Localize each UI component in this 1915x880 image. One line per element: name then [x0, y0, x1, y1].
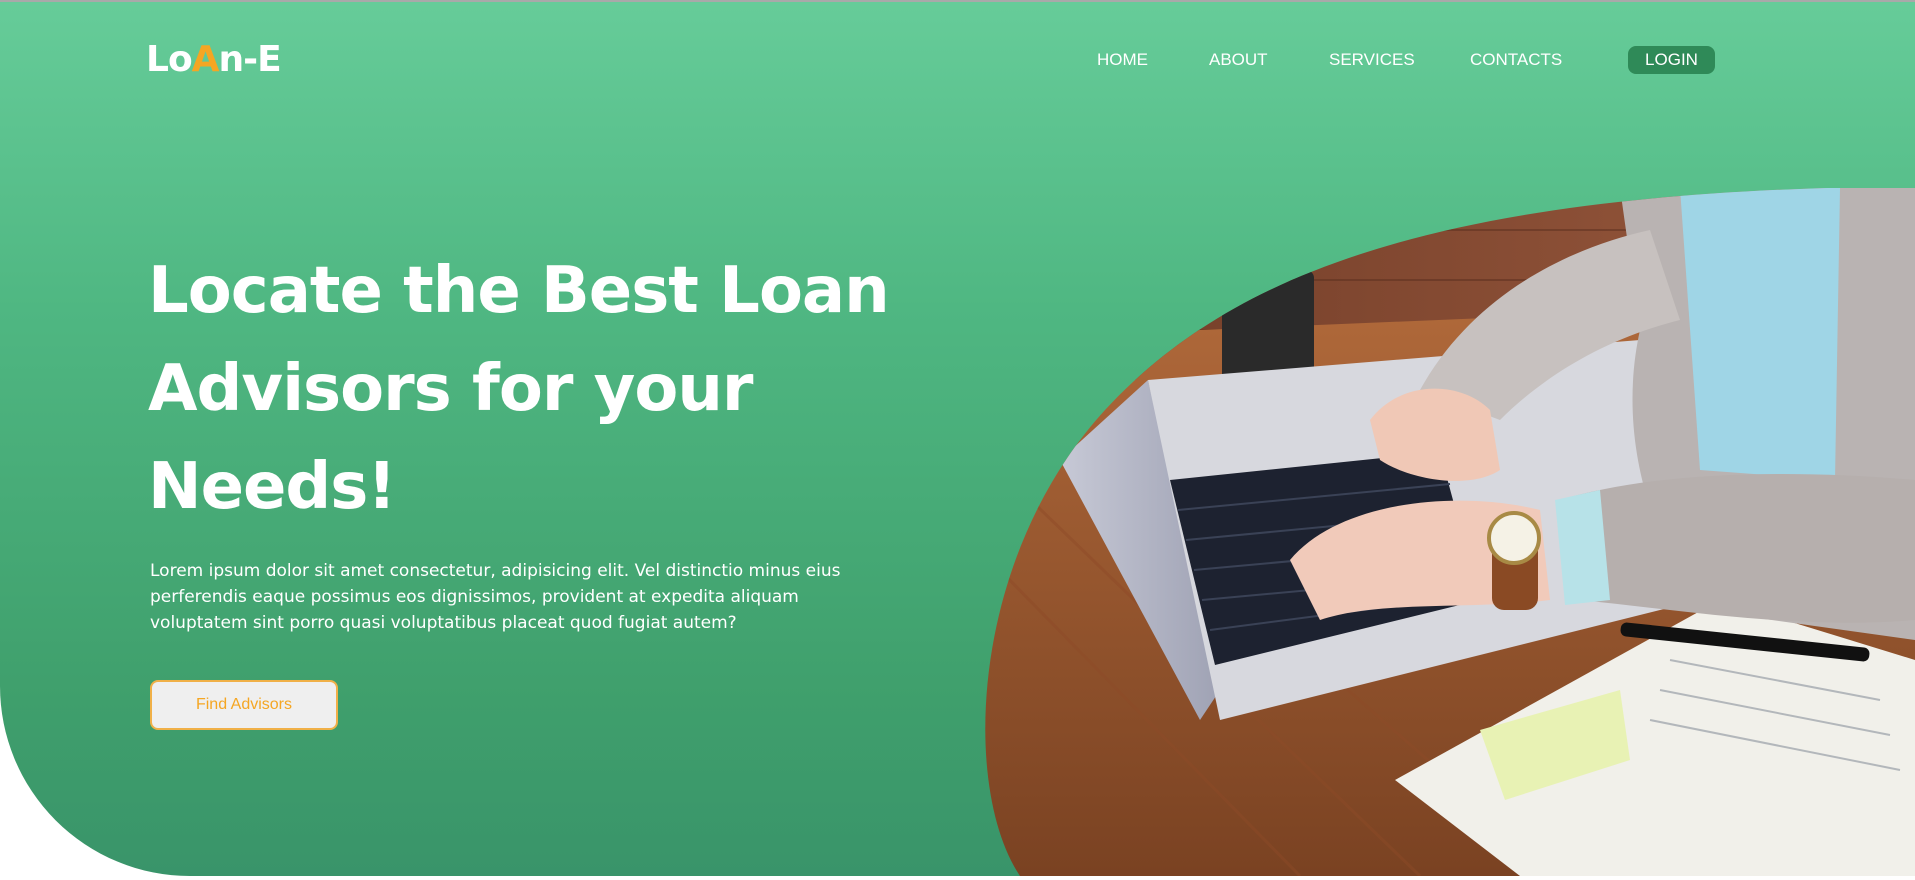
laptop-photo-illustration [985, 188, 1915, 876]
hero-image [0, 0, 1915, 876]
